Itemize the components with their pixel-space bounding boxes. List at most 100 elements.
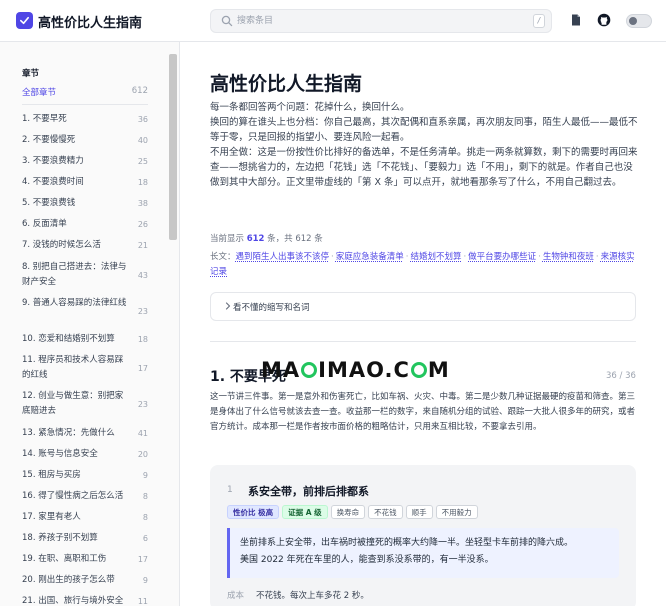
- sidebar-item[interactable]: 17. 家里有老人 8: [22, 510, 148, 525]
- search-box[interactable]: /: [210, 9, 552, 33]
- sidebar-item-label: 20. 刚出生的孩子怎么带: [22, 575, 115, 585]
- watermark-ring-icon: [301, 362, 318, 378]
- search-input[interactable]: [237, 13, 507, 29]
- github-icon[interactable]: [597, 13, 611, 27]
- sidebar-item-count: 36: [137, 115, 148, 124]
- tag[interactable]: 不花钱: [368, 505, 403, 519]
- stats-suffix: 条，共 612 条: [264, 234, 323, 244]
- sidebar-item-count: 21: [137, 241, 148, 250]
- stats-prefix: 当前显示: [210, 234, 247, 244]
- tag-evidence[interactable]: 证据 A 级: [282, 505, 328, 519]
- sidebar-item-count: 26: [137, 220, 148, 229]
- theme-toggle[interactable]: [626, 14, 652, 28]
- intro-paragraph: 换回的算在谁头上也分档：你自己最高，其次配偶和直系亲属，再次朋友同事，陌生人最低…: [210, 117, 638, 143]
- sidebar-item-label: 5. 不要浪费钱: [22, 198, 76, 208]
- sidebar-item[interactable]: 2. 不要慢慢死 40: [22, 133, 148, 148]
- entry-number: 1: [227, 485, 233, 495]
- section-description: 这一节讲三件事。第一是意外和伤害死亡，比如车祸、火灾、中毒。第二是少数几种证据最…: [210, 392, 636, 432]
- app-logo[interactable]: [16, 12, 33, 29]
- sidebar-item[interactable]: 19. 在职、离职和工伤 17: [22, 552, 148, 567]
- sidebar-scrollbar[interactable]: [169, 54, 177, 240]
- sidebar-item[interactable]: 3. 不要浪费精力 25: [22, 154, 148, 169]
- longform-links: 长文：遇到陌生人出事该不该停 · 家庭应急装备清单 · 结婚划不划算 · 做平台要办哪些证 ·…: [210, 250, 640, 280]
- sidebar-item[interactable]: 8. 别把自己搭进去：法律与财产安全 43: [22, 260, 148, 290]
- intro-text: 每一条都回答两个问题：花掉什么，换回什么。 换回的算在谁头上也分档：你自己最高，…: [210, 100, 640, 190]
- sidebar-item[interactable]: 18. 养孩子别不划算 6: [22, 531, 148, 546]
- search-shortcut-key: /: [533, 14, 545, 28]
- sidebar-item-count: 20: [137, 450, 148, 459]
- sidebar-item-count: 18: [137, 335, 148, 344]
- cost-label: 成本: [227, 591, 245, 601]
- sidebar-item[interactable]: 20. 刚出生的孩子怎么带 9: [22, 573, 148, 588]
- page-title: 高性价比人生指南: [210, 73, 363, 95]
- link-separator: ·: [405, 252, 409, 262]
- tag[interactable]: 不用毅力: [435, 505, 478, 519]
- main-content: 高性价比人生指南 每一条都回答两个问题：花掉什么，换回什么。 换回的算在谁头上也…: [181, 42, 666, 606]
- watermark: MA IMAO.C M: [261, 358, 450, 382]
- longform-link[interactable]: 生物钟和夜班: [543, 252, 594, 262]
- tag-value[interactable]: 性价比 极高: [227, 505, 280, 519]
- cost-value: 不花钱。每次上车多花 2 秒。: [256, 591, 369, 601]
- sidebar-item-count: 11: [137, 597, 148, 606]
- sidebar-item[interactable]: 7. 没钱的时候怎么活 21: [22, 238, 148, 253]
- sidebar-item[interactable]: 5. 不要浪费钱 38: [22, 196, 148, 211]
- sidebar-item-label: 14. 账号与信息安全: [22, 449, 98, 459]
- tag[interactable]: 换寿命: [330, 505, 366, 519]
- tag[interactable]: 顺手: [405, 505, 433, 519]
- sidebar-item-label: 13. 紧急情况：先做什么: [22, 428, 115, 438]
- sidebar-item-count: 9: [142, 576, 148, 585]
- longform-link[interactable]: 结婚划不划算: [410, 252, 461, 262]
- sidebar-item[interactable]: 11. 程序员和技术人容易踩的红线 17: [22, 353, 148, 383]
- sidebar-item-label: 2. 不要慢慢死: [22, 135, 76, 145]
- sidebar-item[interactable]: 12. 创业与做生意：别把家底赔进去 23: [22, 389, 148, 419]
- sidebar-item-count: 23: [137, 400, 148, 409]
- sidebar-item-label: 19. 在职、离职和工伤: [22, 554, 107, 564]
- entry-title[interactable]: 系安全带，前排后排都系: [248, 483, 369, 499]
- sidebar-item[interactable]: 10. 恋爱和结婚别不划算 18: [22, 332, 148, 347]
- sidebar-item[interactable]: 6. 反面清单 26: [22, 217, 148, 232]
- document-icon[interactable]: [569, 13, 583, 27]
- sidebar-item-count: 43: [137, 271, 148, 280]
- entry-tags: 性价比 极高 证据 A 级换寿命 不花钱 顺手 不用毅力: [227, 505, 481, 519]
- sidebar-item-count: 38: [137, 199, 148, 208]
- sidebar-item[interactable]: 13. 紧急情况：先做什么 41: [22, 426, 148, 441]
- sidebar-item[interactable]: 21. 出国、旅行与境外安全 11: [22, 594, 148, 606]
- sidebar-item-all[interactable]: 全部章节 612: [22, 86, 148, 98]
- sidebar-item-count: 40: [137, 136, 148, 145]
- search-icon: [221, 15, 233, 27]
- sidebar-item-count: 6: [142, 534, 148, 543]
- intro-paragraph: 每一条都回答两个问题：花掉什么，换回什么。: [210, 102, 410, 113]
- sidebar-item[interactable]: 15. 租房与买房 9: [22, 468, 148, 483]
- chevron-right-icon: [225, 302, 231, 310]
- section-count: 36 / 36: [606, 371, 636, 381]
- sidebar-item-count: 23: [137, 307, 148, 316]
- chapter-sidebar: 章节 全部章节 612 1. 不要早死 36 2. 不要慢慢死 40 3. 不要浪费…: [0, 42, 180, 606]
- sidebar-item[interactable]: 4. 不要浪费时间 18: [22, 175, 148, 190]
- sidebar-item-count: 8: [142, 492, 148, 501]
- longform-link[interactable]: 遇到陌生人出事该不该停: [236, 252, 330, 262]
- sidebar-item-count: 9: [142, 471, 148, 480]
- longform-link[interactable]: 做平台要办哪些证: [468, 252, 536, 262]
- sidebar-item-count: 25: [137, 157, 148, 166]
- sidebar-item[interactable]: 16. 得了慢性病之后怎么活 8: [22, 489, 148, 504]
- glossary-toggle[interactable]: 看不懂的缩写和名词: [210, 292, 636, 321]
- longform-link[interactable]: 家庭应急装备清单: [336, 252, 404, 262]
- link-separator: ·: [331, 252, 334, 262]
- sidebar-item[interactable]: 14. 账号与信息安全 20: [22, 447, 148, 462]
- sidebar-item-label: 16. 得了慢性病之后怎么活: [22, 491, 124, 501]
- sidebar-item-count: 8: [142, 513, 148, 522]
- intro-paragraph: 不用全做：这是一份按性价比排好的备选单，不是任务清单。挑走一两条就算数，剩下的需…: [210, 147, 638, 188]
- sidebar-item-label: 17. 家里有老人: [22, 512, 81, 522]
- top-bar: 高性价比人生指南 /: [0, 0, 666, 42]
- sidebar-item-label: 18. 养孩子别不划算: [22, 533, 98, 543]
- sidebar-item-label: 10. 恋爱和结婚别不划算: [22, 334, 115, 344]
- sidebar-item-label: 21. 出国、旅行与境外安全: [22, 596, 124, 606]
- sidebar-item-count: 41: [137, 429, 148, 438]
- sidebar-item-label: 15. 租房与买房: [22, 470, 81, 480]
- app-title[interactable]: 高性价比人生指南: [38, 12, 142, 31]
- sidebar-item[interactable]: 9. 普通人容易踩的法律红线 23: [22, 296, 148, 316]
- links-label: 长文：: [210, 252, 236, 262]
- quote-line: 美国 2022 年死在车里的人，能查到系没系带的，有一半没系。: [240, 555, 494, 565]
- sidebar-item-count: 612: [131, 86, 148, 96]
- sidebar-item[interactable]: 1. 不要早死 36: [22, 112, 148, 127]
